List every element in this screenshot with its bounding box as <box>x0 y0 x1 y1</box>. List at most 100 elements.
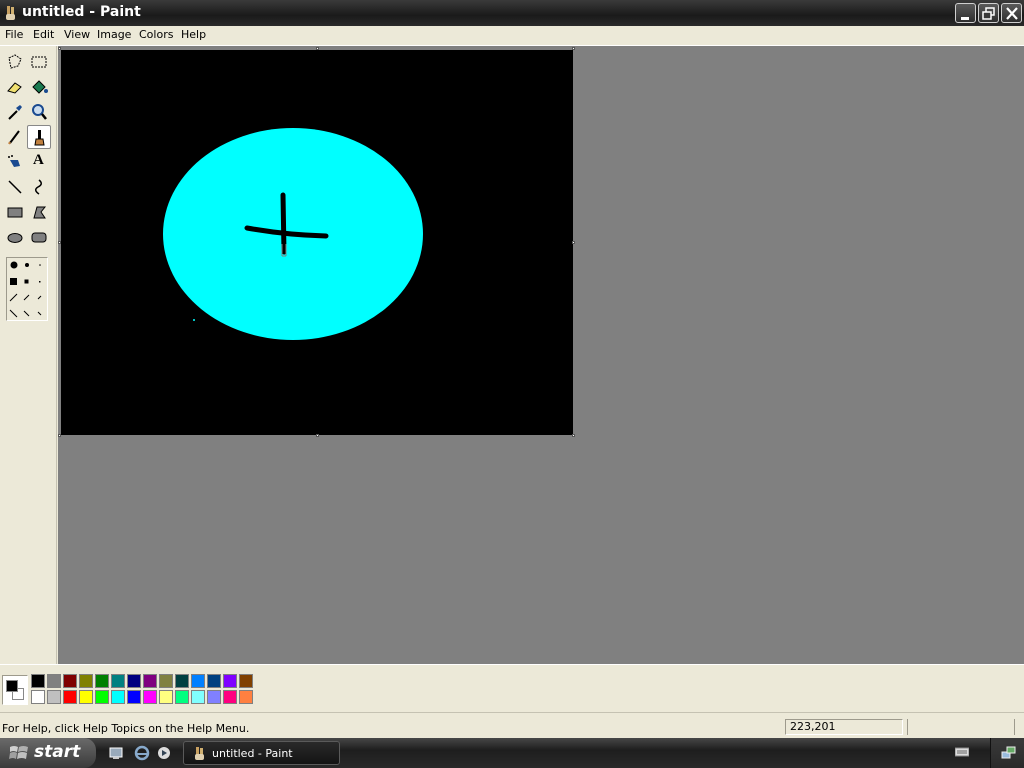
color-swatch[interactable] <box>207 674 221 688</box>
tool-rectangle[interactable] <box>3 200 27 224</box>
fill-bucket-icon <box>32 80 48 94</box>
color-swatch[interactable] <box>63 674 77 688</box>
color-swatch[interactable] <box>159 674 173 688</box>
quicklaunch-browser-icon[interactable] <box>134 745 150 761</box>
tool-free-form-select[interactable] <box>3 50 27 74</box>
menu-file[interactable]: File <box>5 28 23 41</box>
tool-pick-color[interactable] <box>3 100 27 124</box>
status-bar: For Help, click Help Topics on the Help … <box>0 712 1024 738</box>
brush-icon <box>34 130 45 146</box>
quicklaunch-media-player-icon[interactable] <box>156 745 172 761</box>
foreground-color-swatch <box>6 680 18 692</box>
start-button[interactable]: start <box>0 738 96 768</box>
tool-brush[interactable] <box>27 125 51 149</box>
toolbox: A <box>0 46 57 664</box>
color-swatch[interactable] <box>31 690 45 704</box>
resize-handle-left[interactable] <box>58 241 61 244</box>
color-picker-icon <box>8 105 22 120</box>
color-swatch[interactable] <box>191 674 205 688</box>
tool-polygon[interactable] <box>27 200 51 224</box>
color-swatch[interactable] <box>63 690 77 704</box>
window-title: untitled - Paint <box>22 4 141 20</box>
menu-bar: File Edit View Image Colors Help <box>0 26 1024 45</box>
color-swatch[interactable] <box>79 690 93 704</box>
color-swatch[interactable] <box>79 674 93 688</box>
tool-eraser[interactable] <box>3 75 27 99</box>
color-swatch[interactable] <box>239 674 253 688</box>
tool-pencil[interactable] <box>3 125 27 149</box>
network-icon[interactable] <box>1001 745 1017 761</box>
color-swatch[interactable] <box>111 674 125 688</box>
menu-edit[interactable]: Edit <box>33 28 54 41</box>
tool-curve[interactable] <box>27 175 51 199</box>
resize-handle-bottom-right[interactable] <box>572 434 575 437</box>
pencil-icon <box>8 130 20 145</box>
tool-fill[interactable] <box>27 75 51 99</box>
tool-options-panel[interactable] <box>6 257 48 321</box>
menu-help[interactable]: Help <box>181 28 206 41</box>
color-swatch[interactable] <box>127 690 141 704</box>
keyboard-icon[interactable] <box>955 747 969 757</box>
close-icon <box>1006 7 1018 20</box>
taskbar-paint-button[interactable]: untitled - Paint <box>183 741 340 765</box>
color-swatch[interactable] <box>47 674 61 688</box>
current-colors[interactable] <box>2 675 28 705</box>
color-swatch[interactable] <box>223 690 237 704</box>
color-swatch[interactable] <box>31 674 45 688</box>
cross-vertical-stroke <box>280 192 287 255</box>
resize-handle-right[interactable] <box>572 241 575 244</box>
rectangle-icon <box>7 207 23 218</box>
stray-dot <box>193 319 195 321</box>
color-swatch[interactable] <box>95 674 109 688</box>
brush-shapes-icon <box>9 261 42 318</box>
color-swatch[interactable] <box>47 690 61 704</box>
tool-airbrush[interactable] <box>3 150 27 174</box>
minimize-button[interactable] <box>955 3 976 23</box>
menu-image[interactable]: Image <box>97 28 131 41</box>
tool-rounded-rectangle[interactable] <box>27 225 51 249</box>
taskbar: start untitled - Paint <box>0 738 1024 768</box>
title-bar[interactable]: untitled - Paint <box>0 0 1024 26</box>
color-swatch[interactable] <box>143 674 157 688</box>
free-form-select-icon <box>8 54 22 69</box>
resize-handle-bottom[interactable] <box>316 434 319 437</box>
magnifier-icon <box>32 104 47 120</box>
color-swatch[interactable] <box>95 690 109 704</box>
taskbar-paint-label: untitled - Paint <box>212 747 293 760</box>
tool-rectangle-select[interactable] <box>27 50 51 74</box>
menu-view[interactable]: View <box>64 28 90 41</box>
color-swatch[interactable] <box>239 690 253 704</box>
color-swatch[interactable] <box>127 674 141 688</box>
status-coordinates: 223,201 <box>785 719 903 735</box>
canvas-drawing <box>61 50 573 435</box>
resize-handle-bottom-left[interactable] <box>58 434 61 437</box>
status-help-text: For Help, click Help Topics on the Help … <box>2 722 250 735</box>
tool-magnifier[interactable] <box>27 100 51 124</box>
tool-text[interactable]: A <box>27 150 51 174</box>
restore-icon <box>982 7 995 20</box>
resize-handle-top-right[interactable] <box>572 47 575 50</box>
drawing-canvas[interactable] <box>61 50 573 435</box>
close-button[interactable] <box>1001 3 1022 23</box>
color-swatch[interactable] <box>223 674 237 688</box>
color-swatch[interactable] <box>175 674 189 688</box>
tool-line[interactable] <box>3 175 27 199</box>
polygon-icon <box>33 206 47 219</box>
curve-icon <box>35 179 42 195</box>
paint-app-icon <box>195 747 204 760</box>
eraser-icon <box>7 82 22 94</box>
resize-handle-top-left[interactable] <box>58 47 61 50</box>
quicklaunch-desktop-icon[interactable] <box>108 745 124 761</box>
rectangle-select-icon <box>31 56 47 68</box>
tool-ellipse[interactable] <box>3 225 27 249</box>
resize-handle-top[interactable] <box>316 47 319 50</box>
menu-colors[interactable]: Colors <box>139 28 173 41</box>
paint-app-icon <box>6 6 15 20</box>
color-swatch[interactable] <box>191 690 205 704</box>
color-swatch[interactable] <box>159 690 173 704</box>
color-swatch[interactable] <box>111 690 125 704</box>
color-swatch[interactable] <box>175 690 189 704</box>
color-swatch[interactable] <box>143 690 157 704</box>
restore-button[interactable] <box>978 3 999 23</box>
color-swatch[interactable] <box>207 690 221 704</box>
